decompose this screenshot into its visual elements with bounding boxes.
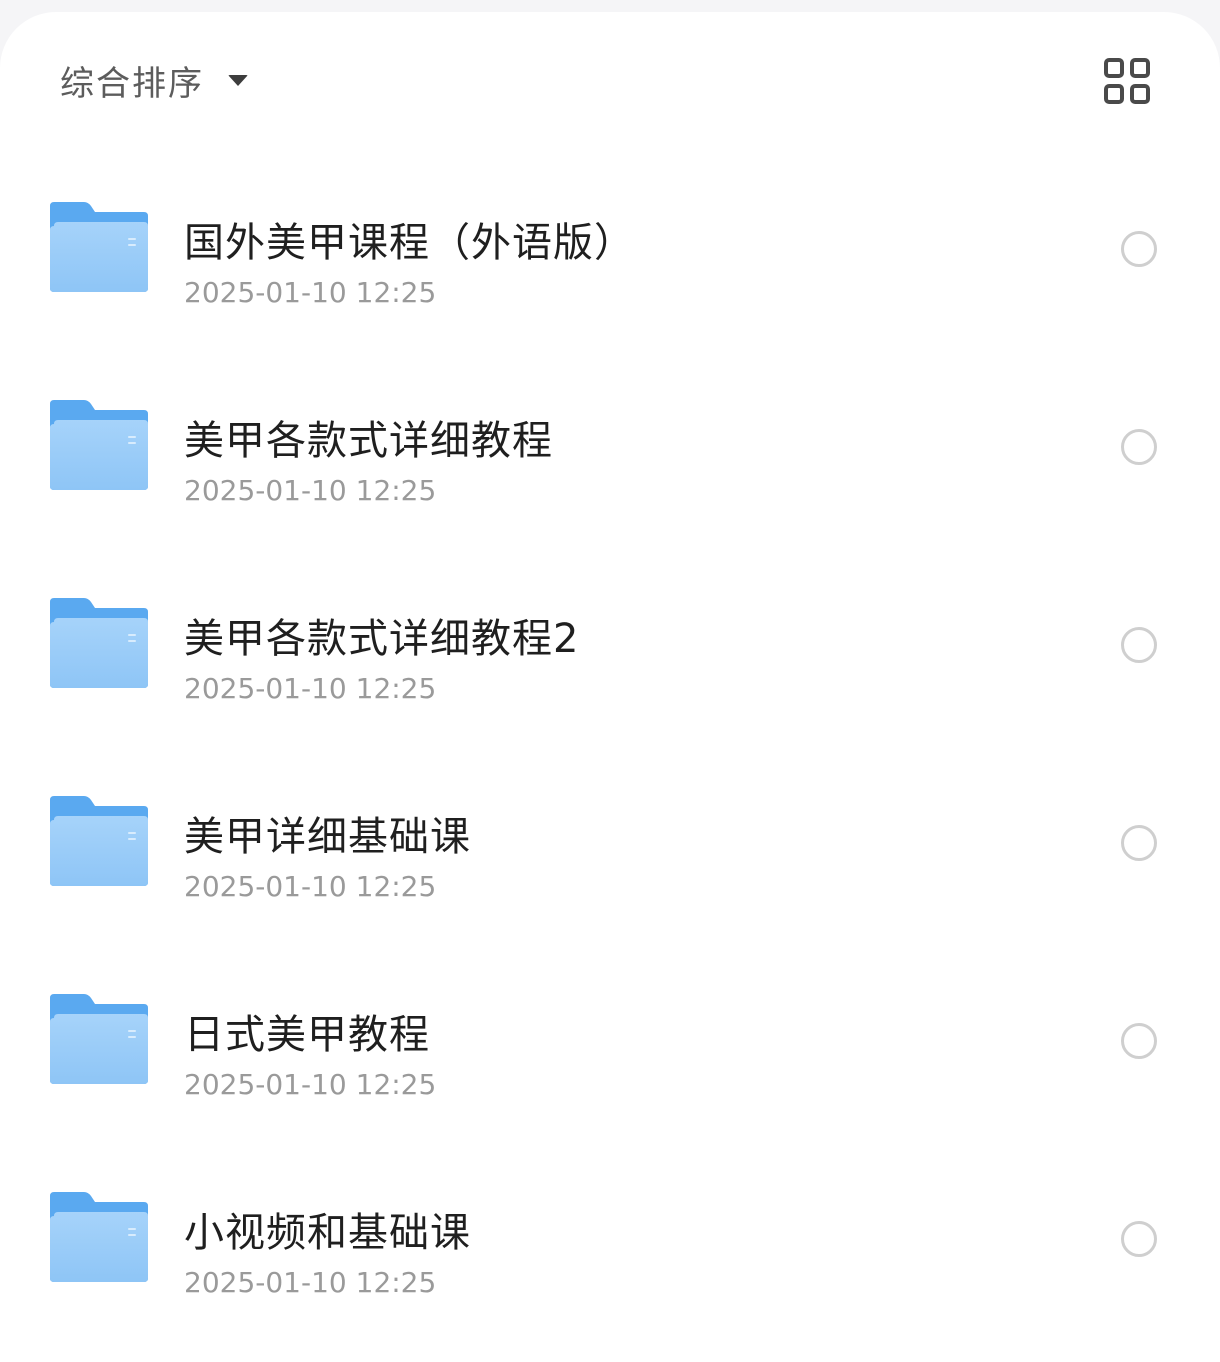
caret-down-icon [228,74,248,86]
folder-date: 2025-01-10 12:25 [184,474,437,507]
sort-label: 综合排序 [60,63,204,104]
folder-icon [50,202,148,292]
folder-list: 国外美甲课程（外语版） 2025-01-10 12:25 美甲各款式详细教程 2… [0,152,1220,1340]
select-radio[interactable] [1121,1023,1157,1059]
sort-dropdown[interactable]: 综合排序 [60,56,248,104]
folder-date: 2025-01-10 12:25 [184,276,437,309]
folder-row[interactable]: 美甲详细基础课 2025-01-10 12:25 [0,746,1220,944]
grid-view-icon[interactable] [1104,58,1150,104]
folder-date: 2025-01-10 12:25 [184,1266,437,1299]
folder-name: 小视频和基础课 [184,1210,471,1256]
folder-icon [50,796,148,886]
folder-row[interactable]: 美甲各款式详细教程2 2025-01-10 12:25 [0,548,1220,746]
folder-row[interactable]: 小视频和基础课 2025-01-10 12:25 [0,1142,1220,1340]
folder-date: 2025-01-10 12:25 [184,1068,437,1101]
select-radio[interactable] [1121,231,1157,267]
select-radio[interactable] [1121,1221,1157,1257]
folder-name: 美甲各款式详细教程2 [184,616,580,662]
select-radio[interactable] [1121,627,1157,663]
folder-name: 日式美甲教程 [184,1012,430,1058]
folder-name: 美甲各款式详细教程 [184,418,553,464]
folder-date: 2025-01-10 12:25 [184,870,437,903]
file-list-panel: 综合排序 国外美甲课程（外语版） 2025-01-10 12:25 美甲各款式详… [0,12,1220,1362]
toolbar: 综合排序 [0,12,1220,152]
folder-icon [50,400,148,490]
folder-row[interactable]: 国外美甲课程（外语版） 2025-01-10 12:25 [0,152,1220,350]
select-radio[interactable] [1121,429,1157,465]
folder-icon [50,994,148,1084]
folder-date: 2025-01-10 12:25 [184,672,437,705]
folder-name: 美甲详细基础课 [184,814,471,860]
folder-icon [50,1192,148,1282]
select-radio[interactable] [1121,825,1157,861]
folder-name: 国外美甲课程（外语版） [184,220,635,266]
folder-row[interactable]: 美甲各款式详细教程 2025-01-10 12:25 [0,350,1220,548]
folder-row[interactable]: 日式美甲教程 2025-01-10 12:25 [0,944,1220,1142]
folder-icon [50,598,148,688]
